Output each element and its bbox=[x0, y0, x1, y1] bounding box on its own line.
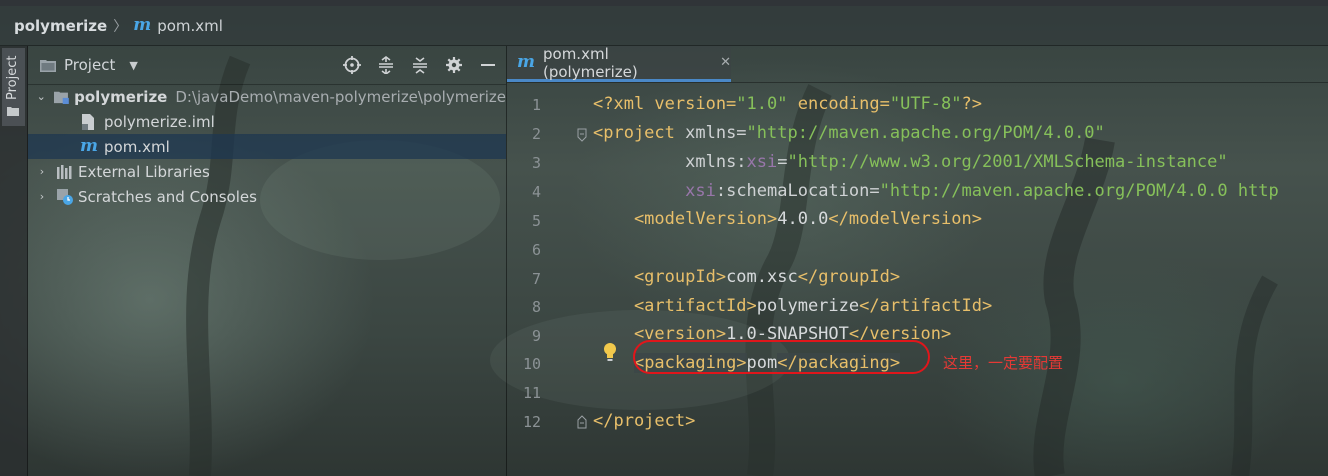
line-number: 4 bbox=[531, 183, 541, 201]
chevron-right-icon[interactable]: › bbox=[36, 190, 48, 203]
minimize-icon[interactable] bbox=[478, 55, 498, 75]
line-number: 11 bbox=[522, 384, 541, 402]
expand-all-icon[interactable] bbox=[376, 55, 396, 75]
project-view-title[interactable]: Project bbox=[64, 56, 115, 74]
tree-item-label: Scratches and Consoles bbox=[78, 187, 257, 206]
chevron-down-icon[interactable]: ⌄ bbox=[36, 90, 46, 103]
breadcrumb-project[interactable]: polymerize bbox=[14, 17, 107, 35]
module-icon bbox=[54, 91, 70, 104]
editor-area: m pom.xml (polymerize) ✕ 1 2 3 4 5 6 7 8… bbox=[507, 44, 1328, 476]
code-token: com.xsc bbox=[726, 267, 798, 287]
code-token: <artifactId> bbox=[593, 296, 757, 316]
tree-item-polymerize[interactable]: ⌄ polymerize D:\javaDemo\maven-polymeriz… bbox=[28, 84, 506, 109]
lightbulb-icon[interactable] bbox=[602, 342, 618, 362]
library-icon bbox=[57, 164, 72, 179]
tree-item-label: External Libraries bbox=[78, 162, 210, 181]
code-token: xsi bbox=[746, 152, 778, 172]
project-tree: ⌄ polymerize D:\javaDemo\maven-polymeriz… bbox=[28, 84, 506, 209]
code-line-5: <modelVersion>4.0.0</modelVersion> bbox=[593, 209, 982, 229]
tree-item-polymerize-iml[interactable]: polymerize.iml bbox=[28, 109, 506, 134]
code-token: "UTF-8" bbox=[889, 94, 962, 114]
maven-icon: m bbox=[80, 136, 98, 156]
collapse-all-icon[interactable] bbox=[410, 55, 430, 75]
maven-icon: m bbox=[133, 15, 152, 35]
code-editor[interactable]: <?xml version="1.0" encoding="UTF-8"?> <… bbox=[593, 82, 1328, 476]
code-token: xsi bbox=[685, 181, 716, 201]
code-line-2: <project xmlns="http://maven.apache.org/… bbox=[593, 123, 1105, 143]
editor-tab-pom[interactable]: m pom.xml (polymerize) ✕ bbox=[507, 44, 731, 82]
code-token: xmlns: bbox=[685, 152, 747, 172]
iml-file-icon bbox=[82, 113, 94, 130]
code-token: = bbox=[777, 152, 788, 172]
fold-marker-icon[interactable] bbox=[577, 415, 587, 429]
project-tool-tab[interactable]: Project bbox=[2, 48, 25, 126]
code-token: </artifactId> bbox=[859, 296, 993, 316]
folder-icon bbox=[7, 107, 19, 116]
breadcrumb-separator: 〉 bbox=[113, 18, 128, 35]
tree-item-label: polymerize.iml bbox=[104, 112, 215, 131]
tree-item-external-libraries[interactable]: › External Libraries bbox=[28, 159, 506, 184]
code-token: </groupId> bbox=[797, 267, 901, 287]
gear-icon[interactable] bbox=[444, 55, 464, 75]
code-token: </project> bbox=[593, 411, 696, 431]
code-token: encoding= bbox=[787, 94, 890, 114]
code-token: <?xml version= bbox=[593, 94, 737, 114]
tree-item-label: pom.xml bbox=[104, 137, 170, 156]
locate-icon[interactable] bbox=[342, 55, 362, 75]
code-token: "http://www.w3.org/2001/XMLSchema-instan… bbox=[787, 152, 1228, 172]
project-tool-tab-label: Project bbox=[5, 55, 20, 100]
line-number: 6 bbox=[531, 241, 541, 259]
line-number: 3 bbox=[531, 154, 541, 172]
code-token: "1.0" bbox=[736, 94, 788, 114]
code-token: ?> bbox=[961, 94, 982, 114]
line-number: 9 bbox=[531, 327, 541, 345]
code-token: "http://maven.apache.org/POM/4.0.0 http bbox=[879, 181, 1279, 201]
annotation-highlight-ellipse bbox=[633, 340, 930, 374]
line-number: 5 bbox=[531, 212, 541, 230]
line-number: 7 bbox=[531, 270, 541, 288]
fold-marker-icon[interactable] bbox=[577, 128, 587, 142]
editor-tab-bar: m pom.xml (polymerize) ✕ bbox=[507, 44, 1328, 83]
close-icon[interactable]: ✕ bbox=[720, 55, 731, 70]
breadcrumb: polymerize 〉 m pom.xml bbox=[0, 6, 1328, 46]
code-token: 4.0.0 bbox=[777, 209, 829, 229]
editor-tab-label: pom.xml (polymerize) bbox=[543, 44, 638, 81]
line-number: 2 bbox=[531, 125, 541, 143]
project-folder-icon bbox=[40, 60, 56, 72]
scratches-icon bbox=[57, 188, 73, 205]
code-token: <project bbox=[593, 123, 686, 143]
module-path: D:\javaDemo\maven-polymerize\polymerize bbox=[175, 87, 506, 106]
code-token: polymerize bbox=[756, 296, 860, 316]
maven-icon: m bbox=[517, 52, 535, 72]
line-number: 12 bbox=[522, 413, 541, 431]
line-number: 8 bbox=[531, 298, 541, 316]
chevron-right-icon[interactable]: › bbox=[36, 165, 48, 178]
code-line-4: xsi:schemaLocation="http://maven.apache.… bbox=[593, 181, 1279, 201]
line-number-gutter: 1 2 3 4 5 6 7 8 9 10 11 12 bbox=[507, 82, 587, 476]
project-panel-header: Project ▼ bbox=[28, 46, 506, 85]
code-line-1: <?xml version="1.0" encoding="UTF-8"?> bbox=[593, 94, 982, 114]
chevron-down-icon[interactable]: ▼ bbox=[129, 59, 137, 72]
breadcrumb-file[interactable]: pom.xml bbox=[157, 17, 223, 35]
project-panel: Project ▼ ⌄ polymerize D:\javaDemo\maven… bbox=[28, 46, 506, 476]
tree-item-pom-xml[interactable]: m pom.xml bbox=[28, 134, 506, 159]
tool-window-strip: Project bbox=[0, 46, 28, 476]
code-line-8: <artifactId>polymerize</artifactId> bbox=[593, 296, 992, 316]
code-token: </modelVersion> bbox=[828, 209, 982, 229]
code-line-7: <groupId>com.xsc</groupId> bbox=[593, 267, 900, 287]
tree-item-label: polymerize bbox=[74, 87, 168, 106]
line-number: 10 bbox=[522, 355, 541, 373]
line-number: 1 bbox=[531, 96, 541, 114]
code-token: <groupId> bbox=[593, 267, 727, 287]
code-token: <modelVersion> bbox=[593, 209, 778, 229]
code-token: :schemaLocation= bbox=[715, 181, 880, 201]
code-token: xmlns= bbox=[685, 123, 747, 143]
code-token: "http://maven.apache.org/POM/4.0.0" bbox=[746, 123, 1105, 143]
tree-item-scratches[interactable]: › Scratches and Consoles bbox=[28, 184, 506, 209]
code-line-3: xmlns:xsi="http://www.w3.org/2001/XMLSch… bbox=[593, 152, 1228, 172]
code-line-12: </project> bbox=[593, 411, 695, 431]
annotation-note: 这里，一定要配置 bbox=[943, 354, 1064, 372]
